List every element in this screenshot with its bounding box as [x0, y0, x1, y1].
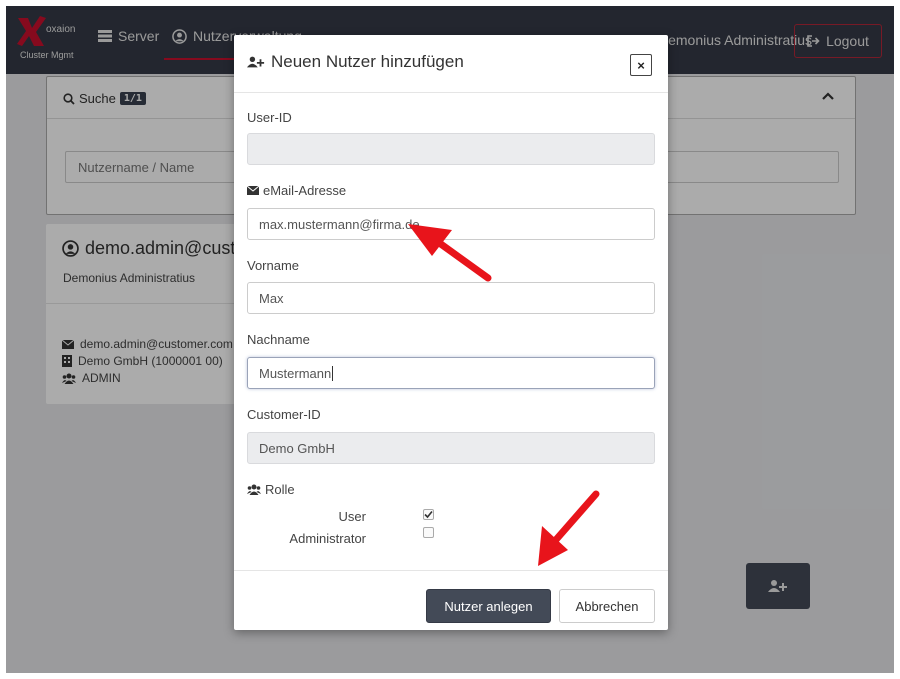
annotation-arrow-submit-icon	[538, 490, 600, 566]
app-window: oxaion Cluster Mgmt Server Nutzerverwalt…	[6, 6, 894, 673]
